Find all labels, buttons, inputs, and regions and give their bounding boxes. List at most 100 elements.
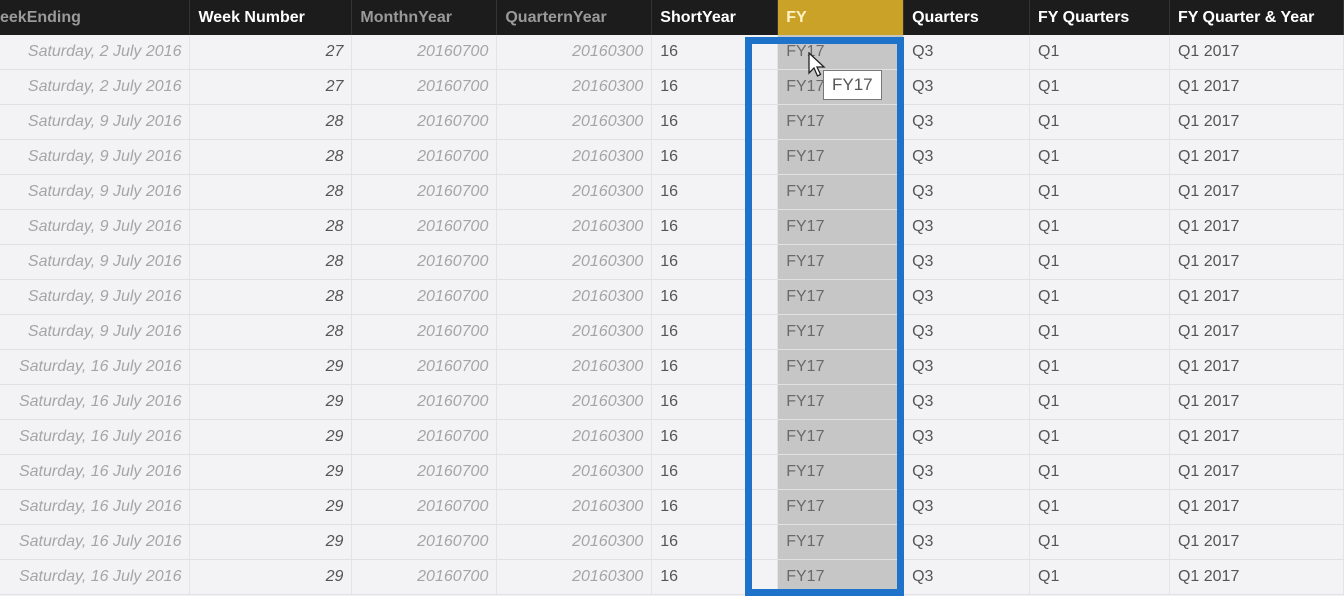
cell-fy-quarter-year[interactable]: Q1 2017 (1169, 279, 1344, 315)
cell-fy-quarters[interactable]: Q1 (1029, 139, 1170, 175)
cell-week-number[interactable]: 29 (189, 559, 353, 595)
cell-quarters[interactable]: Q3 (903, 384, 1031, 420)
cell-month-n-year[interactable]: 20160700 (351, 279, 498, 315)
cell-month-n-year[interactable]: 20160700 (351, 104, 498, 140)
cell-short-year[interactable]: 16 (651, 419, 779, 455)
cell-fy-quarters[interactable]: Q1 (1029, 314, 1170, 350)
cell-short-year[interactable]: 16 (651, 524, 779, 560)
cell-week-number[interactable]: 28 (189, 139, 353, 175)
cell-short-year[interactable]: 16 (651, 244, 779, 280)
cell-fy-quarters[interactable]: Q1 (1029, 489, 1170, 525)
cell-quarters[interactable]: Q3 (903, 69, 1031, 105)
cell-short-year[interactable]: 16 (651, 489, 779, 525)
cell-week-ending[interactable]: Saturday, 16 July 2016 (0, 489, 191, 525)
cell-short-year[interactable]: 16 (651, 104, 779, 140)
cell-month-n-year[interactable]: 20160700 (351, 489, 498, 525)
cell-short-year[interactable]: 16 (651, 209, 779, 245)
cell-fy-quarter-year[interactable]: Q1 2017 (1169, 104, 1344, 140)
cell-fy-quarter-year[interactable]: Q1 2017 (1169, 454, 1344, 490)
cell-week-ending[interactable]: Saturday, 2 July 2016 (0, 69, 191, 105)
cell-quarter-n-year[interactable]: 20160300 (496, 69, 653, 105)
cell-week-ending[interactable]: Saturday, 16 July 2016 (0, 559, 191, 595)
cell-fy[interactable]: FY17 (777, 139, 905, 175)
cell-fy[interactable]: FY17 (777, 209, 905, 245)
cell-quarters[interactable]: Q3 (903, 279, 1031, 315)
cell-month-n-year[interactable]: 20160700 (351, 244, 498, 280)
cell-fy-quarters[interactable]: Q1 (1029, 349, 1170, 385)
column-header-fy-quarters[interactable]: FY Quarters (1029, 0, 1170, 35)
cell-fy[interactable]: FY17 (777, 349, 905, 385)
column-header-quarter-n-year[interactable]: QuarternYear (496, 0, 653, 35)
cell-week-ending[interactable]: Saturday, 2 July 2016 (0, 35, 191, 70)
cell-quarters[interactable]: Q3 (903, 139, 1031, 175)
cell-week-ending[interactable]: Saturday, 9 July 2016 (0, 139, 191, 175)
cell-short-year[interactable]: 16 (651, 349, 779, 385)
cell-week-number[interactable]: 29 (189, 454, 353, 490)
cell-fy-quarters[interactable]: Q1 (1029, 384, 1170, 420)
cell-quarters[interactable]: Q3 (903, 524, 1031, 560)
cell-week-ending[interactable]: Saturday, 9 July 2016 (0, 174, 191, 210)
column-header-quarters[interactable]: Quarters (903, 0, 1031, 35)
cell-quarter-n-year[interactable]: 20160300 (496, 559, 653, 595)
cell-fy-quarter-year[interactable]: Q1 2017 (1169, 35, 1344, 70)
cell-quarters[interactable]: Q3 (903, 209, 1031, 245)
cell-short-year[interactable]: 16 (651, 139, 779, 175)
cell-short-year[interactable]: 16 (651, 454, 779, 490)
cell-fy[interactable]: FY17 (777, 279, 905, 315)
cell-month-n-year[interactable]: 20160700 (351, 384, 498, 420)
cell-fy-quarter-year[interactable]: Q1 2017 (1169, 384, 1344, 420)
cell-week-ending[interactable]: Saturday, 16 July 2016 (0, 419, 191, 455)
cell-fy-quarters[interactable]: Q1 (1029, 559, 1170, 595)
cell-week-number[interactable]: 28 (189, 174, 353, 210)
cell-fy[interactable]: FY17 (777, 419, 905, 455)
cell-quarter-n-year[interactable]: 20160300 (496, 454, 653, 490)
cell-week-ending[interactable]: Saturday, 9 July 2016 (0, 209, 191, 245)
cell-fy[interactable]: FY17 (777, 384, 905, 420)
cell-fy-quarters[interactable]: Q1 (1029, 35, 1170, 70)
cell-fy[interactable]: FY17 (777, 244, 905, 280)
cell-fy[interactable]: FY17 (777, 314, 905, 350)
cell-fy-quarter-year[interactable]: Q1 2017 (1169, 314, 1344, 350)
cell-week-number[interactable]: 28 (189, 104, 353, 140)
cell-fy-quarter-year[interactable]: Q1 2017 (1169, 524, 1344, 560)
cell-fy-quarter-year[interactable]: Q1 2017 (1169, 174, 1344, 210)
cell-quarter-n-year[interactable]: 20160300 (496, 209, 653, 245)
cell-quarter-n-year[interactable]: 20160300 (496, 524, 653, 560)
cell-short-year[interactable]: 16 (651, 384, 779, 420)
cell-month-n-year[interactable]: 20160700 (351, 349, 498, 385)
cell-month-n-year[interactable]: 20160700 (351, 559, 498, 595)
cell-quarters[interactable]: Q3 (903, 35, 1031, 70)
cell-quarter-n-year[interactable]: 20160300 (496, 174, 653, 210)
cell-quarters[interactable]: Q3 (903, 314, 1031, 350)
cell-quarter-n-year[interactable]: 20160300 (496, 314, 653, 350)
cell-week-ending[interactable]: Saturday, 9 July 2016 (0, 314, 191, 350)
cell-quarter-n-year[interactable]: 20160300 (496, 489, 653, 525)
cell-fy-quarter-year[interactable]: Q1 2017 (1169, 69, 1344, 105)
cell-fy-quarters[interactable]: Q1 (1029, 244, 1170, 280)
cell-short-year[interactable]: 16 (651, 314, 779, 350)
cell-fy-quarters[interactable]: Q1 (1029, 174, 1170, 210)
cell-month-n-year[interactable]: 20160700 (351, 314, 498, 350)
cell-month-n-year[interactable]: 20160700 (351, 209, 498, 245)
column-header-month-n-year[interactable]: MonthnYear (351, 0, 498, 35)
column-header-short-year[interactable]: ShortYear (651, 0, 779, 35)
cell-quarter-n-year[interactable]: 20160300 (496, 349, 653, 385)
cell-quarter-n-year[interactable]: 20160300 (496, 279, 653, 315)
cell-week-number[interactable]: 28 (189, 244, 353, 280)
cell-fy[interactable]: FY17 (777, 454, 905, 490)
column-header-fy[interactable]: FY (777, 0, 905, 35)
cell-fy[interactable]: FY17 (777, 524, 905, 560)
cell-fy-quarter-year[interactable]: Q1 2017 (1169, 489, 1344, 525)
cell-week-ending[interactable]: Saturday, 9 July 2016 (0, 279, 191, 315)
cell-fy-quarter-year[interactable]: Q1 2017 (1169, 349, 1344, 385)
cell-month-n-year[interactable]: 20160700 (351, 419, 498, 455)
column-header-fy-quarter-year[interactable]: FY Quarter & Year (1169, 0, 1344, 35)
cell-quarters[interactable]: Q3 (903, 104, 1031, 140)
cell-fy-quarters[interactable]: Q1 (1029, 279, 1170, 315)
cell-fy[interactable]: FY17 (777, 489, 905, 525)
cell-quarter-n-year[interactable]: 20160300 (496, 35, 653, 70)
cell-fy-quarter-year[interactable]: Q1 2017 (1169, 419, 1344, 455)
cell-short-year[interactable]: 16 (651, 174, 779, 210)
cell-quarter-n-year[interactable]: 20160300 (496, 104, 653, 140)
cell-week-number[interactable]: 27 (189, 69, 353, 105)
